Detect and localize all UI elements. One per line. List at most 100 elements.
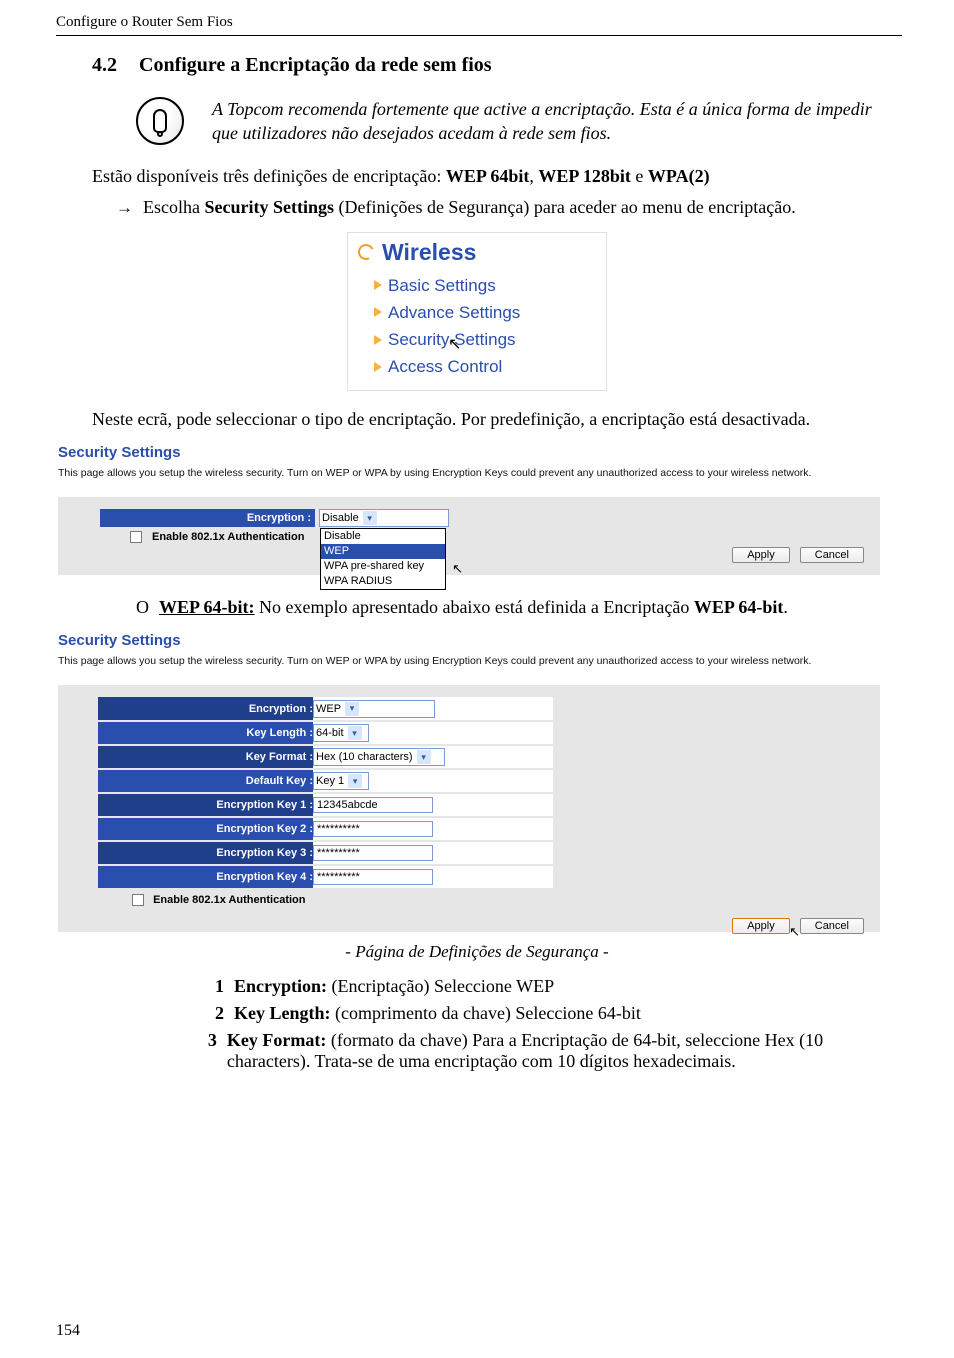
section-title: Configure a Encriptação da rede sem fios	[139, 54, 492, 77]
wep-heading: WEP 64-bit:	[159, 597, 255, 617]
step-number: 1	[206, 976, 224, 997]
arrow-bullet: → Escolha Security Settings (Definições …	[116, 197, 898, 218]
wireless-title-text: Wireless	[382, 239, 476, 266]
chevron-down-icon: ▾	[417, 750, 431, 764]
input-value: **********	[317, 823, 360, 835]
content-area: 4.2 Configure a Encriptação da rede sem …	[56, 54, 898, 1072]
option-wpa-radius[interactable]: WPA RADIUS	[321, 574, 445, 589]
row-key2: Encryption Key 2 : **********	[98, 817, 553, 841]
triangle-icon	[374, 335, 382, 345]
panel2-apply-button[interactable]: Apply	[732, 918, 790, 934]
text: (Definições de Segurança) para aceder ao…	[334, 197, 796, 217]
triangle-icon	[374, 362, 382, 372]
text: e	[631, 166, 648, 186]
panel1-title: Security Settings	[58, 444, 898, 461]
enc-wpa: WPA(2)	[648, 166, 710, 186]
cursor-icon: ↖	[789, 924, 800, 940]
item-label: Access Control	[388, 353, 502, 380]
select-value: 64-bit	[316, 727, 344, 739]
security-panel-1: Security Settings This page allows you s…	[40, 444, 898, 575]
text: No exemplo apresentado abaixo está defin…	[255, 597, 694, 617]
step-1: 1 Encryption: (Encriptação) Seleccione W…	[206, 976, 898, 997]
select-value: Key 1	[316, 775, 344, 787]
bullet-icon: O	[136, 597, 149, 618]
security-panel-2: Security Settings This page allows you s…	[40, 632, 898, 932]
row-keyfmt: Key Format : Hex (10 characters)▾	[98, 745, 553, 769]
lbl-defkey: Default Key :	[98, 769, 313, 793]
info-text: A Topcom recomenda fortemente que active…	[212, 97, 898, 146]
enc-wep128: WEP 128bit	[538, 166, 631, 186]
select-value: WEP	[316, 703, 341, 715]
item-label: Security Settings	[388, 326, 516, 353]
wep-text: WEP 64-bit: No exemplo apresentado abaix…	[159, 597, 788, 618]
arrow-icon: →	[116, 198, 133, 219]
step-3: 3 Key Format: (formato da chave) Para a …	[206, 1030, 898, 1072]
section-number: 4.2	[92, 54, 117, 77]
wireless-title: Wireless	[358, 239, 596, 266]
step-bold: Key Format:	[227, 1030, 326, 1050]
cursor-icon: ↖	[452, 561, 463, 576]
triangle-icon	[374, 280, 382, 290]
input-key3[interactable]: **********	[313, 845, 433, 861]
input-value: **********	[317, 847, 360, 859]
lbl-encryption: Encryption :	[98, 697, 313, 721]
lbl-key4: Encryption Key 4 :	[98, 865, 313, 889]
select-keyfmt[interactable]: Hex (10 characters)▾	[313, 748, 445, 766]
option-wep[interactable]: WEP	[321, 544, 445, 559]
enc-wep64: WEP 64bit	[446, 166, 530, 186]
select-keylen[interactable]: 64-bit▾	[313, 724, 369, 742]
select-encryption[interactable]: WEP▾	[313, 700, 435, 718]
row-key4: Encryption Key 4 : **********	[98, 865, 553, 889]
text: Escolha	[143, 197, 204, 217]
paragraph-screen-desc: Neste ecrã, pode seleccionar o tipo de e…	[92, 409, 898, 430]
document-page: Configure o Router Sem Fios 4.2 Configur…	[0, 0, 954, 1358]
panel2-desc: This page allows you setup the wireless …	[58, 655, 898, 667]
wireless-item-access[interactable]: Access Control	[374, 353, 596, 380]
panel1-cancel-button[interactable]: Cancel	[800, 547, 864, 563]
panel2-form: Encryption : WEP▾ Key Length : 64-bit▾ K…	[98, 697, 553, 890]
panel1-encryption-dropdown[interactable]: Disable WEP WPA pre-shared key ↖ WPA RAD…	[320, 528, 446, 590]
panel1-apply-button[interactable]: Apply	[732, 547, 790, 563]
row-encryption: Encryption : WEP▾	[98, 697, 553, 721]
page-number: 154	[56, 1322, 80, 1340]
option-wpa-psk[interactable]: WPA pre-shared key	[324, 560, 424, 572]
step-bold: Key Length:	[234, 1003, 331, 1023]
panel2-title: Security Settings	[58, 632, 898, 649]
panel1-body: Encryption : Disable ▾ Disable WEP WPA p…	[58, 497, 880, 575]
step-number: 2	[206, 1003, 224, 1024]
row-defkey: Default Key : Key 1 ▾	[98, 769, 553, 793]
input-key1[interactable]: 12345abcde	[313, 797, 433, 813]
security-settings-bold: Security Settings	[204, 197, 334, 217]
panel2-cancel-button[interactable]: Cancel	[800, 918, 864, 934]
lbl-keylen: Key Length :	[98, 721, 313, 745]
option-disable[interactable]: Disable	[321, 529, 445, 544]
row-key1: Encryption Key 1 : 12345abcde	[98, 793, 553, 817]
wireless-item-advance[interactable]: Advance Settings	[374, 299, 596, 326]
lbl-keyfmt: Key Format :	[98, 745, 313, 769]
wireless-menu-screenshot: Wireless Basic Settings Advance Settings…	[347, 232, 607, 392]
select-defkey[interactable]: Key 1 ▾	[313, 772, 369, 790]
steps-list: 1 Encryption: (Encriptação) Seleccione W…	[206, 976, 898, 1072]
panel1-auth-checkbox[interactable]	[130, 531, 142, 543]
panel2-body: Encryption : WEP▾ Key Length : 64-bit▾ K…	[58, 685, 880, 932]
text: Estão disponíveis três definições de enc…	[92, 166, 446, 186]
panel2-auth-checkbox[interactable]	[132, 894, 144, 906]
panel1-encryption-select[interactable]: Disable ▾ Disable WEP WPA pre-shared key…	[319, 509, 449, 527]
item-label: Basic Settings	[388, 272, 496, 299]
input-key2[interactable]: **********	[313, 821, 433, 837]
info-icon	[136, 97, 192, 145]
row-key3: Encryption Key 3 : **********	[98, 841, 553, 865]
wireless-item-security[interactable]: Security Settings ↖	[374, 326, 596, 353]
input-value: **********	[317, 871, 360, 883]
input-key4[interactable]: **********	[313, 869, 433, 885]
lbl-key3: Encryption Key 3 :	[98, 841, 313, 865]
wep-bold: WEP 64-bit	[694, 597, 784, 617]
lbl-key2: Encryption Key 2 :	[98, 817, 313, 841]
chevron-down-icon: ▾	[348, 774, 362, 788]
info-callout: A Topcom recomenda fortemente que active…	[136, 97, 898, 146]
step-number: 3	[206, 1030, 217, 1051]
wireless-item-basic[interactable]: Basic Settings	[374, 272, 596, 299]
header-bar: Configure o Router Sem Fios	[56, 14, 902, 36]
figure-caption: - Página de Definições de Segurança -	[56, 942, 898, 962]
lbl-key1: Encryption Key 1 :	[98, 793, 313, 817]
